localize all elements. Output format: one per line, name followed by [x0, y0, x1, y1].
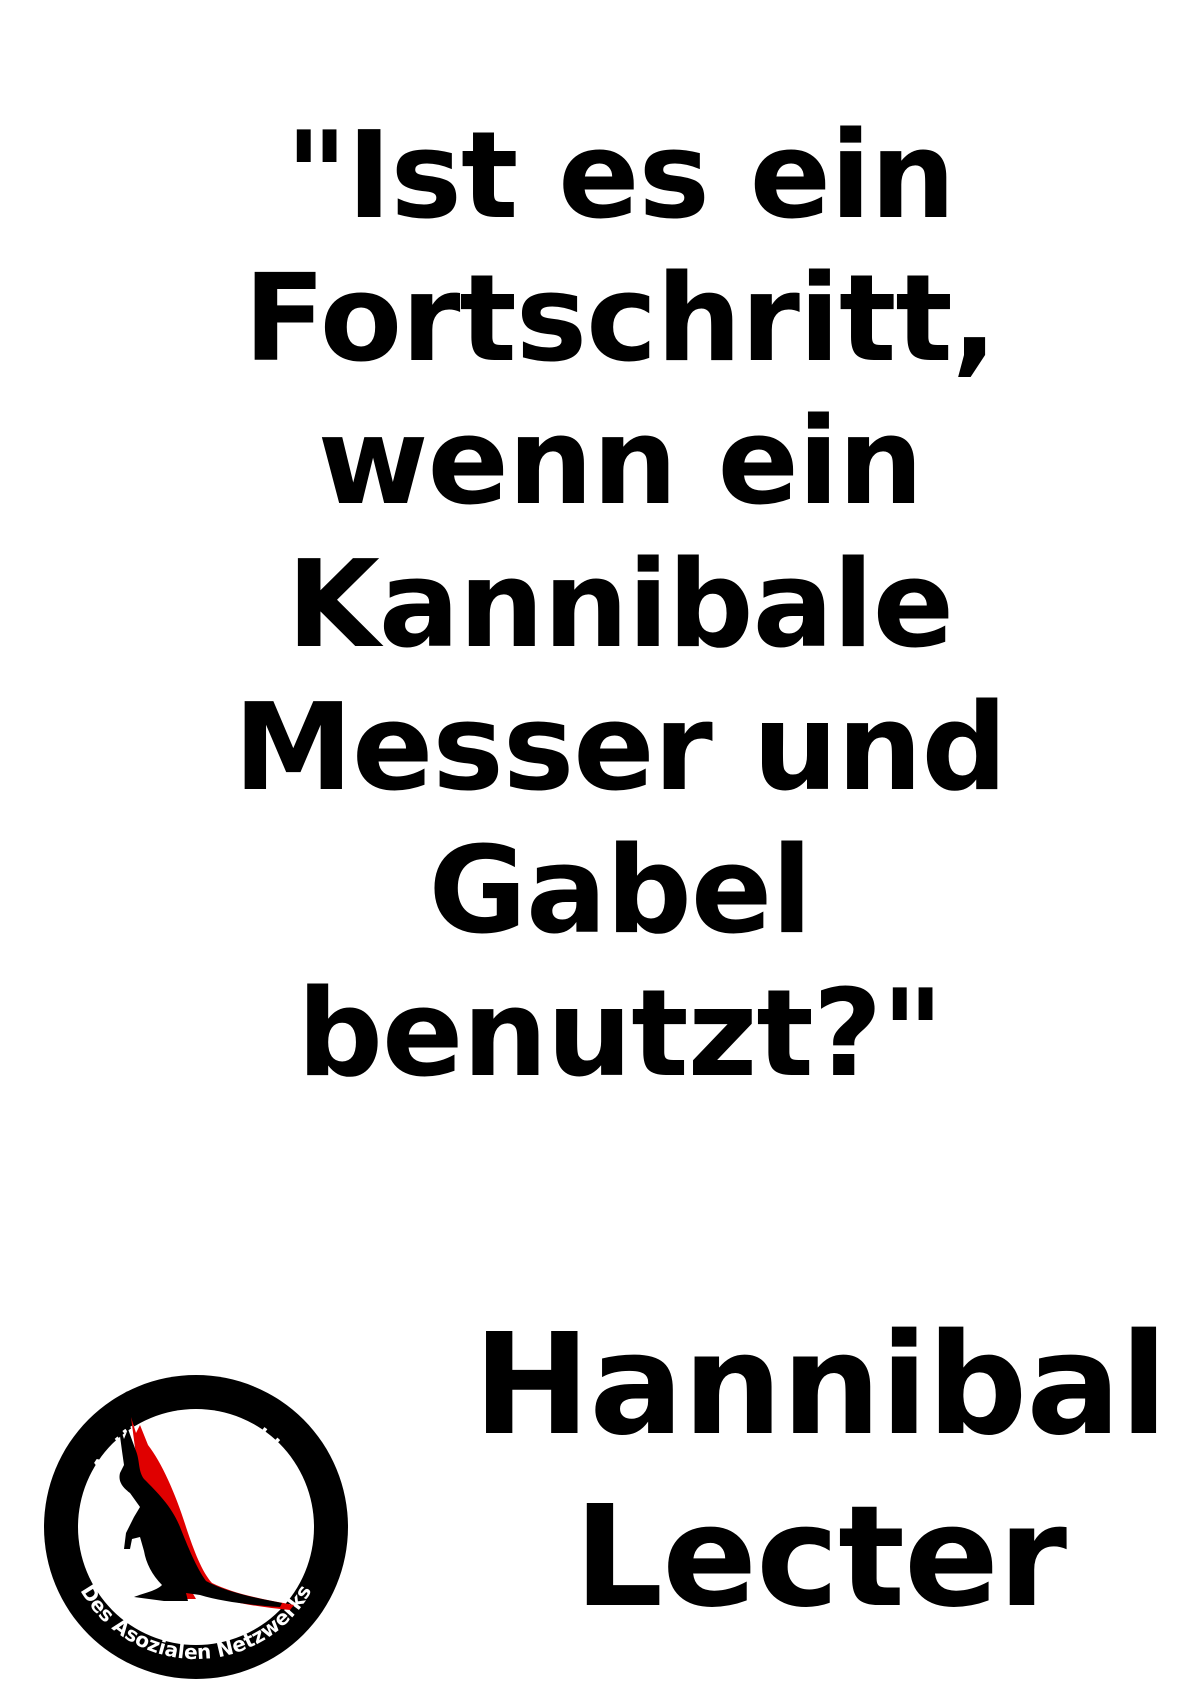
quote-line-6: Gabel: [428, 822, 813, 961]
quote-line-3: wenn ein: [317, 393, 924, 532]
quote-line-4: Kannibale: [286, 536, 954, 675]
author-last-name: Lecter: [573, 1476, 1067, 1639]
author-name: Hannibal Lecter: [455, 1300, 1185, 1644]
organization-logo: Antiterroranschlag Des Asozialen Netzwer…: [36, 1367, 356, 1687]
quote-text: "Ist es ein Fortschritt, wenn ein Kannib…: [0, 105, 1191, 1106]
quote-line-5: Messer und: [233, 679, 1008, 818]
quote-line-1: "Ist es ein: [285, 107, 955, 246]
quote-line-2: Fortschritt,: [243, 250, 998, 389]
author-first-name: Hannibal: [473, 1304, 1168, 1467]
quote-line-7: benutzt?": [297, 965, 944, 1104]
logo-badge: Antiterroranschlag Des Asozialen Netzwer…: [44, 1375, 348, 1679]
